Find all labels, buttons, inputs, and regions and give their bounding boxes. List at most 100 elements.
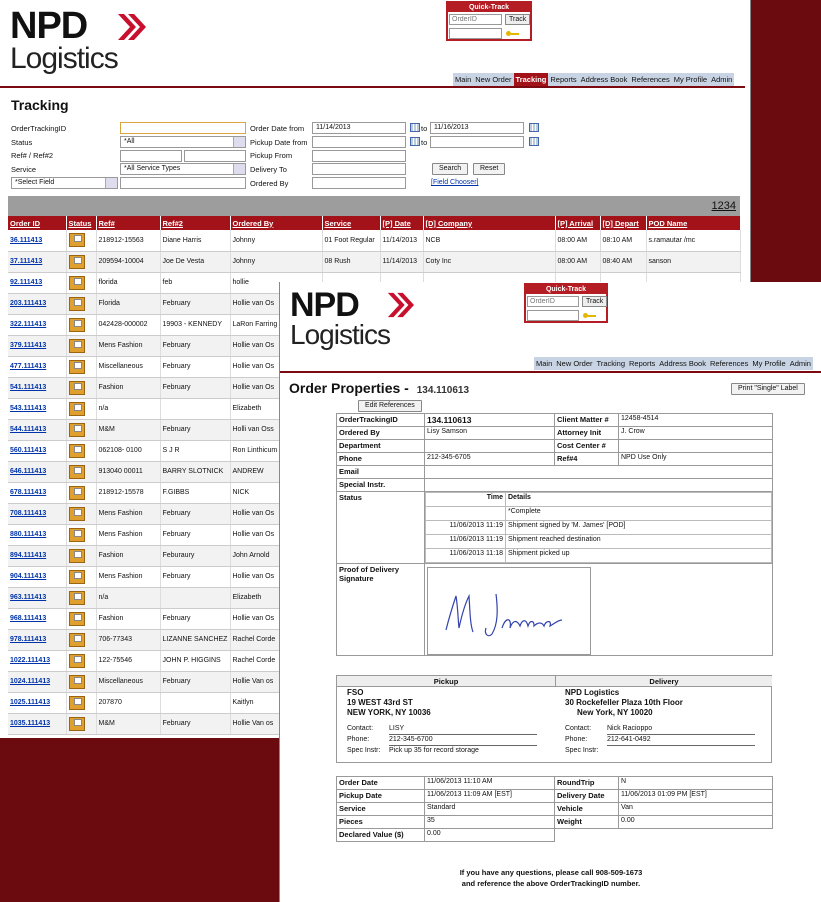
cell-order-id[interactable]: 544.111413 [8, 419, 67, 441]
calendar-icon[interactable] [410, 123, 420, 132]
quick-track-input[interactable] [449, 14, 502, 25]
package-icon[interactable] [68, 338, 85, 353]
col-p-arrival[interactable]: [P] Arrival [555, 216, 601, 230]
pickup-date-to-input[interactable] [430, 136, 524, 148]
package-icon[interactable] [68, 464, 85, 479]
select-field-dropdown[interactable]: *Select Field [11, 177, 118, 189]
cell-order-id[interactable]: 1022.111413 [8, 650, 67, 672]
package-icon[interactable] [68, 548, 85, 563]
cell-order-id[interactable]: 560.111413 [8, 440, 67, 462]
cell-order-id[interactable]: 37.111413 [8, 251, 67, 273]
calendar-icon[interactable] [529, 137, 539, 146]
table-row[interactable]: 36.111413 218912-15563 Diane Harris Johnny 0… [8, 230, 741, 252]
package-icon[interactable] [68, 296, 85, 311]
package-icon[interactable] [68, 275, 85, 290]
delivery-to-input[interactable] [312, 163, 406, 175]
col-pod-name[interactable]: POD Name [646, 216, 741, 230]
cell-order-id[interactable]: 904.111413 [8, 566, 67, 588]
package-icon[interactable] [68, 506, 85, 521]
cell-order-id[interactable]: 708.111413 [8, 503, 67, 525]
cell-order-id[interactable]: 543.111413 [8, 398, 67, 420]
calendar-icon[interactable] [410, 137, 420, 146]
nav-main[interactable]: Main [534, 357, 554, 370]
col-d-depart[interactable]: [D] Depart [600, 216, 647, 230]
col-p-date[interactable]: [P] Date [380, 216, 424, 230]
cell-order-id[interactable]: 646.111413 [8, 461, 67, 483]
nav-tracking[interactable]: Tracking [513, 73, 549, 86]
ref2-input[interactable] [184, 150, 246, 162]
ordered-by-input[interactable] [312, 177, 406, 189]
nav-new-order[interactable]: New Order [473, 73, 513, 86]
cell-order-id[interactable]: 477.111413 [8, 356, 67, 378]
cell-order-id[interactable]: 978.111413 [8, 629, 67, 651]
status-select[interactable]: *All [120, 136, 246, 148]
nav-new-order[interactable]: New Order [554, 357, 594, 370]
nav-admin[interactable]: Admin [709, 73, 734, 86]
package-icon[interactable] [68, 590, 85, 605]
nav-address-book[interactable]: Address Book [657, 357, 708, 370]
nav-references[interactable]: References [629, 73, 671, 86]
nav-reports[interactable]: Reports [548, 73, 578, 86]
cell-order-id[interactable]: 541.111413 [8, 377, 67, 399]
page-links[interactable]: 1234 [712, 200, 736, 212]
nav-my-profile[interactable]: My Profile [672, 73, 709, 86]
cell-order-id[interactable]: 322.111413 [8, 314, 67, 336]
package-icon[interactable] [68, 380, 85, 395]
order-date-to-input[interactable]: 11/16/2013 [430, 122, 524, 134]
quick-track-input-2[interactable] [449, 28, 502, 39]
cell-order-id[interactable]: 36.111413 [8, 230, 67, 252]
cell-order-id[interactable]: 678.111413 [8, 482, 67, 504]
nav-tracking[interactable]: Tracking [595, 357, 627, 370]
order-tracking-id-input[interactable] [120, 122, 246, 134]
quick-track-input[interactable] [527, 296, 579, 307]
pickup-date-from-input[interactable] [312, 136, 406, 148]
package-icon[interactable] [68, 632, 85, 647]
package-icon[interactable] [68, 527, 85, 542]
package-icon[interactable] [68, 485, 85, 500]
package-icon[interactable] [68, 254, 85, 269]
cell-order-id[interactable]: 1035.111413 [8, 713, 67, 735]
col-d-company[interactable]: [D] Company [423, 216, 556, 230]
print-single-label-button[interactable]: Print "Single" Label [731, 383, 805, 395]
cell-order-id[interactable]: 1025.111413 [8, 692, 67, 714]
package-icon[interactable] [68, 422, 85, 437]
track-button[interactable]: Track [582, 296, 608, 307]
cell-order-id[interactable]: 1024.111413 [8, 671, 67, 693]
calendar-icon[interactable] [529, 123, 539, 132]
col-ordered-by[interactable]: Ordered By [230, 216, 323, 230]
field-chooser-link[interactable]: [Field Chooser] [431, 179, 478, 186]
package-icon[interactable] [68, 716, 85, 731]
cell-order-id[interactable]: 880.111413 [8, 524, 67, 546]
select-field-input[interactable] [120, 177, 246, 189]
reset-button[interactable]: Reset [473, 163, 506, 175]
col-status[interactable]: Status [66, 216, 97, 230]
cell-order-id[interactable]: 92.111413 [8, 272, 67, 294]
package-icon[interactable] [68, 233, 85, 248]
nav-references[interactable]: References [708, 357, 750, 370]
package-icon[interactable] [68, 317, 85, 332]
col-order-id[interactable]: Order ID [8, 216, 67, 230]
cell-order-id[interactable]: 894.111413 [8, 545, 67, 567]
package-icon[interactable] [68, 674, 85, 689]
nav-main[interactable]: Main [453, 73, 473, 86]
package-icon[interactable] [68, 569, 85, 584]
nav-admin[interactable]: Admin [788, 357, 813, 370]
quick-track-input-2[interactable] [527, 310, 579, 321]
package-icon[interactable] [68, 401, 85, 416]
nav-reports[interactable]: Reports [627, 357, 657, 370]
ref-input[interactable] [120, 150, 182, 162]
col-ref[interactable]: Ref# [96, 216, 161, 230]
col-ref2[interactable]: Ref#2 [160, 216, 231, 230]
cell-order-id[interactable]: 968.111413 [8, 608, 67, 630]
edit-references-button[interactable]: Edit References [358, 400, 422, 412]
col-service[interactable]: Service [322, 216, 381, 230]
cell-order-id[interactable]: 379.111413 [8, 335, 67, 357]
nav-my-profile[interactable]: My Profile [750, 357, 787, 370]
package-icon[interactable] [68, 611, 85, 626]
service-select[interactable]: *All Service Types [120, 163, 246, 175]
package-icon[interactable] [68, 695, 85, 710]
table-row[interactable]: 37.111413 209594-10004 Joe De Vesta Johnny 0… [8, 251, 741, 273]
cell-order-id[interactable]: 963.111413 [8, 587, 67, 609]
package-icon[interactable] [68, 653, 85, 668]
track-button[interactable]: Track [505, 14, 531, 25]
